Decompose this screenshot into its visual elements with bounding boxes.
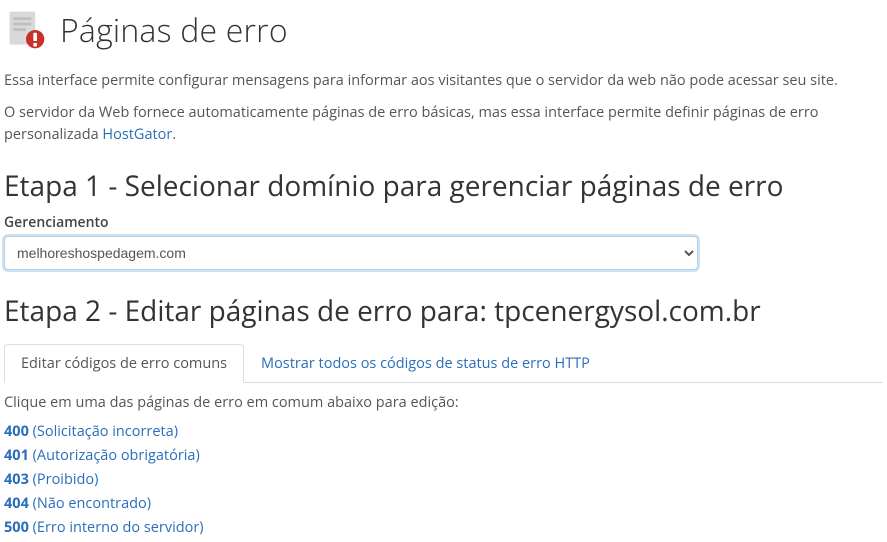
tabs: Editar códigos de erro comuns Mostrar to… — [4, 344, 883, 383]
error-link-401[interactable]: 401 (Autorização obrigatória) — [4, 446, 200, 465]
error-item: 403 (Proibido) — [4, 468, 883, 492]
error-item: 500 (Erro interno do servidor) — [4, 516, 883, 540]
error-code: 500 — [4, 518, 29, 537]
error-label: (Autorização obrigatória) — [33, 446, 200, 465]
error-label: (Solicitação incorreta) — [33, 422, 178, 441]
domain-select-wrap: melhoreshospedagem.com — [4, 236, 883, 270]
domain-select[interactable]: melhoreshospedagem.com — [4, 236, 698, 270]
error-code: 401 — [4, 446, 29, 465]
error-label: (Erro interno do servidor) — [33, 518, 204, 537]
error-label: (Proibido) — [33, 470, 99, 489]
page-title: Páginas de erro — [60, 9, 288, 52]
error-link-500[interactable]: 500 (Erro interno do servidor) — [4, 518, 204, 537]
step1-heading: Etapa 1 - Selecionar domínio para gerenc… — [4, 167, 883, 205]
error-item: 404 (Não encontrado) — [4, 492, 883, 516]
page-header: Páginas de erro — [0, 0, 887, 70]
tab-help-text: Clique em uma das páginas de erro em com… — [4, 393, 883, 412]
error-link-403[interactable]: 403 (Proibido) — [4, 470, 98, 489]
error-link-404[interactable]: 404 (Não encontrado) — [4, 494, 151, 513]
error-item: 401 (Autorização obrigatória) — [4, 444, 883, 468]
tab-all-http-errors[interactable]: Mostrar todos os códigos de status de er… — [244, 344, 607, 382]
tab-common-errors[interactable]: Editar códigos de erro comuns — [4, 344, 244, 383]
error-list: 400 (Solicitação incorreta) 401 (Autoriz… — [4, 420, 883, 540]
step2-heading: Etapa 2 - Editar páginas de erro para: t… — [4, 292, 883, 330]
intro-paragraph-1: Essa interface permite configurar mensag… — [4, 70, 883, 92]
error-label: (Não encontrado) — [33, 494, 151, 513]
error-link-400[interactable]: 400 (Solicitação incorreta) — [4, 422, 178, 441]
domain-select-label: Gerenciamento — [4, 213, 883, 232]
intro-p2-suffix: . — [172, 125, 176, 144]
error-page-document-icon — [4, 8, 48, 52]
hostgator-link[interactable]: HostGator — [102, 125, 172, 144]
intro-block: Essa interface permite configurar mensag… — [0, 70, 887, 145]
intro-paragraph-2: O servidor da Web fornece automaticament… — [4, 102, 883, 146]
error-code: 403 — [4, 470, 29, 489]
error-code: 404 — [4, 494, 29, 513]
error-code: 400 — [4, 422, 29, 441]
error-item: 400 (Solicitação incorreta) — [4, 420, 883, 444]
